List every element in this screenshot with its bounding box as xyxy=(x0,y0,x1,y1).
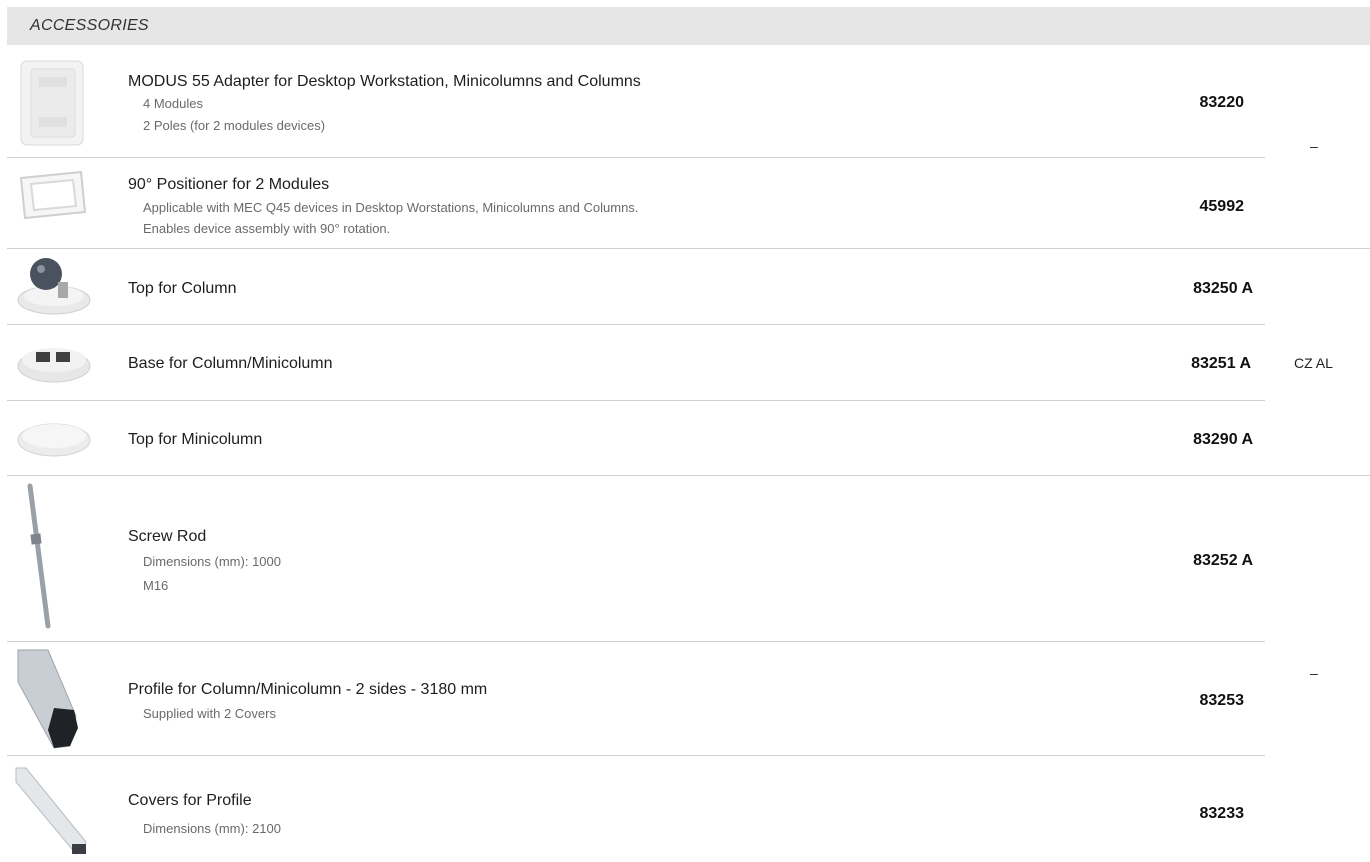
item-detail: Dimensions (mm): 1000 xyxy=(143,554,281,569)
item-code: 83251 A xyxy=(1191,355,1251,372)
minicolumn-top-icon xyxy=(17,423,91,457)
row-divider xyxy=(7,400,1265,401)
item-title: Profile for Column/Minicolumn - 2 sides … xyxy=(128,681,488,698)
section-title: ACCESSORIES xyxy=(30,17,149,34)
item-code: 83253 xyxy=(1199,692,1245,709)
item-code: 83290 A xyxy=(1193,431,1253,448)
item-title: 90° Positioner for 2 Modules xyxy=(128,176,330,193)
item-code: 83252 A xyxy=(1193,552,1253,569)
finish-label: – xyxy=(1310,665,1318,681)
item-detail: Applicable with MEC Q45 devices in Deskt… xyxy=(143,200,639,215)
item-detail: 4 Modules xyxy=(143,96,203,111)
row-divider xyxy=(7,641,1265,642)
item-code: 45992 xyxy=(1199,198,1245,215)
item-title: MODUS 55 Adapter for Desktop Workstation… xyxy=(128,73,641,90)
row-divider xyxy=(7,324,1265,325)
column-base-icon xyxy=(17,348,91,383)
profile-icon xyxy=(17,649,78,749)
item-code: 83233 xyxy=(1199,805,1245,822)
item-detail: Supplied with 2 Covers xyxy=(143,706,276,721)
cover-icon xyxy=(15,767,87,855)
item-title: Top for Column xyxy=(128,280,237,297)
row-divider xyxy=(7,248,1370,249)
finish-label: CZ AL xyxy=(1294,355,1333,371)
row-divider xyxy=(7,157,1265,158)
item-detail: Dimensions (mm): 2100 xyxy=(143,821,281,836)
item-code: 83220 xyxy=(1199,94,1245,111)
row-divider xyxy=(7,475,1370,476)
item-title: Top for Minicolumn xyxy=(128,431,263,448)
positioner-icon xyxy=(19,170,87,220)
item-title: Screw Rod xyxy=(128,528,207,545)
adapter-icon xyxy=(20,60,84,146)
section-header: ACCESSORIES xyxy=(7,7,1370,45)
finish-label: – xyxy=(1310,138,1318,154)
item-title: Base for Column/Minicolumn xyxy=(128,355,333,372)
item-detail: Enables device assembly with 90° rotatio… xyxy=(143,221,391,236)
item-detail: M16 xyxy=(143,578,169,593)
item-title: Covers for Profile xyxy=(128,792,252,809)
screw-rod-icon xyxy=(27,483,51,629)
column-top-icon xyxy=(17,258,91,315)
item-detail: 2 Poles (for 2 modules devices) xyxy=(143,118,326,133)
row-divider xyxy=(7,755,1265,756)
item-code: 83250 A xyxy=(1193,280,1253,297)
